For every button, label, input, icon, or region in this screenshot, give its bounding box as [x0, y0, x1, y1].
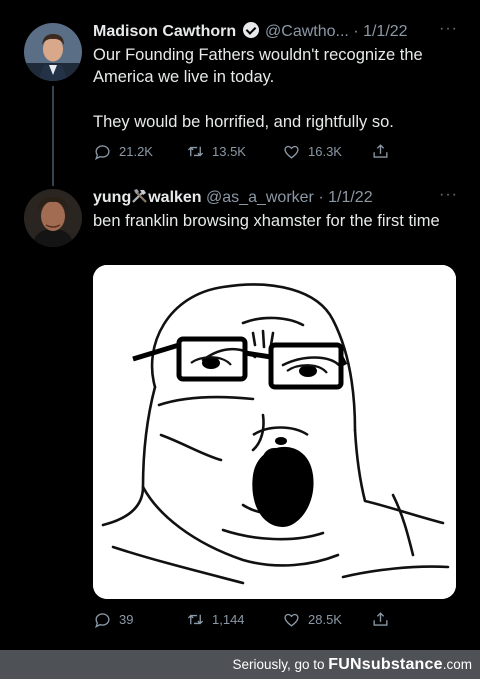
reply-icon: [95, 613, 110, 628]
tweet1-header: Madison Cawthorn @Cawtho... · 1/1/22: [93, 22, 408, 41]
avatar-madison[interactable]: [24, 23, 82, 81]
avatar-walken[interactable]: [24, 189, 82, 247]
heart-icon: [284, 613, 299, 627]
wojak-meme-image: [93, 265, 456, 599]
tweet2-actions: 39 1,144 28.5K: [93, 610, 390, 629]
share-button[interactable]: [371, 610, 390, 629]
more-options-icon[interactable]: ···: [439, 20, 458, 38]
author-handle[interactable]: @as_a_worker: [206, 189, 314, 206]
share-button[interactable]: [371, 142, 390, 161]
author-name[interactable]: yung walken: [93, 189, 206, 206]
author-name-prefix: yung: [93, 189, 132, 206]
tweet-text-line1: Our Founding Fathers wouldn't recognize …: [93, 46, 423, 86]
author-name[interactable]: Madison Cawthorn: [93, 23, 236, 40]
reply-count: 21.2K: [119, 144, 153, 159]
thread-connector: [52, 86, 54, 186]
reply-button[interactable]: 21.2K: [93, 142, 186, 161]
share-icon: [373, 144, 388, 158]
brand-tld: .com: [442, 657, 472, 672]
tweet1-actions: 21.2K 13.5K 16.3K: [93, 142, 390, 161]
retweet-icon: [187, 614, 204, 625]
like-count: 28.5K: [308, 612, 342, 627]
author-name-suffix: walken: [148, 189, 202, 206]
retweet-count: 13.5K: [212, 144, 246, 159]
tweet-text-line2: They would be horrified, and rightfully …: [93, 113, 394, 131]
tweet2-header: yung walken @as_a_worker · 1/1/22: [93, 188, 373, 207]
like-button[interactable]: 16.3K: [282, 142, 371, 161]
like-count: 16.3K: [308, 144, 342, 159]
reply-icon: [95, 145, 110, 160]
retweet-icon: [187, 146, 204, 157]
verified-badge-icon: [242, 22, 259, 38]
brand-fun: FUN: [328, 656, 362, 673]
retweet-button[interactable]: 1,144: [186, 610, 282, 629]
brand-rest: substance: [361, 656, 443, 673]
tweet-image[interactable]: [93, 265, 456, 599]
reply-count: 39: [119, 612, 134, 627]
author-handle[interactable]: @Cawtho...: [265, 23, 349, 40]
more-options-icon[interactable]: ···: [439, 186, 458, 204]
tweet-date[interactable]: · 1/1/22: [318, 189, 372, 206]
footer-text: Seriously, go to: [232, 657, 325, 672]
share-icon: [373, 612, 388, 626]
tweet-original[interactable]: Madison Cawthorn @Cawtho... · 1/1/22 ···…: [0, 0, 480, 180]
tweet-date[interactable]: · 1/1/22: [353, 23, 407, 40]
tweet-reply[interactable]: yung walken @as_a_worker · 1/1/22 ··· be…: [0, 186, 480, 646]
retweet-button[interactable]: 13.5K: [186, 142, 282, 161]
retweet-count: 1,144: [212, 612, 245, 627]
reply-button[interactable]: 39: [93, 610, 186, 629]
brand-logo[interactable]: FUNsubstance: [328, 656, 442, 673]
tweet-text: ben franklin browsing xhamster for the f…: [93, 212, 440, 230]
hammer-wrench-icon: [131, 188, 148, 204]
watermark-footer: Seriously, go to FUNsubstance.com: [0, 650, 480, 679]
heart-icon: [284, 145, 299, 159]
like-button[interactable]: 28.5K: [282, 610, 371, 629]
